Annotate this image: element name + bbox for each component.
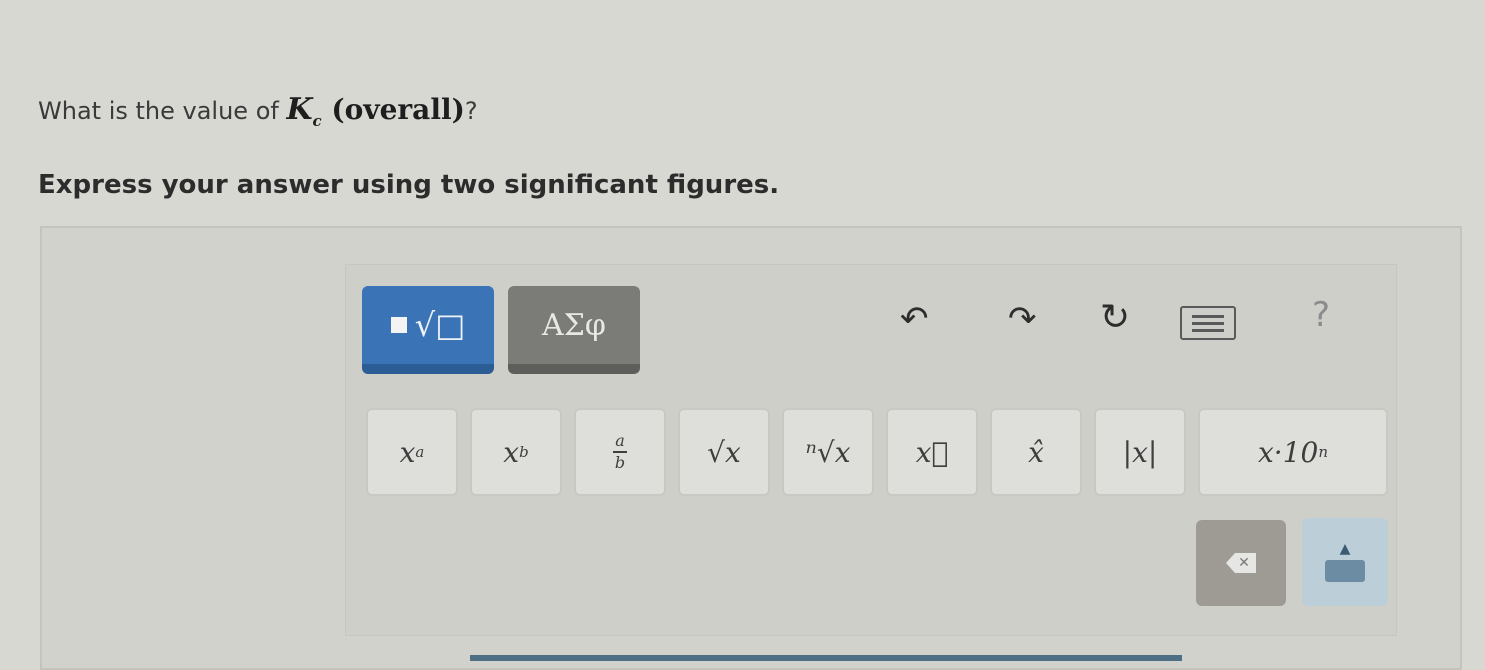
- scientific-notation-key[interactable]: x·10 n: [1198, 408, 1388, 496]
- vector-key[interactable]: x⃗: [886, 408, 978, 496]
- subscript-key[interactable]: xb: [470, 408, 562, 496]
- sqrt-key[interactable]: √x: [678, 408, 770, 496]
- tab-templates-label: √□: [414, 306, 466, 344]
- superscript-key[interactable]: xa: [366, 408, 458, 496]
- backspace-icon: ✕: [1226, 553, 1256, 573]
- subscript-base: x: [503, 435, 520, 469]
- kc-subscript: c: [312, 112, 322, 130]
- undo-icon[interactable]: ↶: [900, 302, 929, 336]
- redo-icon[interactable]: ↷: [1008, 302, 1037, 336]
- unit-vector-key[interactable]: x̂: [990, 408, 1082, 496]
- question-text: What is the value of Kc (overall)?: [38, 92, 478, 130]
- question-suffix: (overall): [321, 93, 465, 126]
- placeholder-square-icon: [390, 317, 407, 333]
- submit-bar[interactable]: [470, 655, 1182, 661]
- tab-greek-symbols[interactable]: ΑΣφ: [508, 286, 640, 374]
- question-prefix: What is the value of: [38, 97, 287, 125]
- question-end: ?: [464, 97, 478, 125]
- tab-templates[interactable]: √□: [362, 286, 494, 374]
- reset-icon[interactable]: ↻: [1100, 300, 1130, 336]
- keyboard-shortcuts-icon[interactable]: [1180, 306, 1236, 340]
- superscript-exp: a: [415, 443, 425, 461]
- kc-letter: K: [286, 92, 313, 127]
- keyboard-toggle-button[interactable]: ▲: [1302, 518, 1388, 606]
- chevron-up-icon: ▲: [1339, 541, 1351, 557]
- superscript-base: x: [399, 435, 416, 469]
- subscript-sub: b: [519, 443, 529, 461]
- fraction-denominator: b: [614, 453, 626, 472]
- keyboard-icon: [1325, 560, 1365, 582]
- instruction-text: Express your answer using two significan…: [38, 170, 780, 200]
- fraction-numerator: a: [615, 431, 625, 450]
- kc-symbol: Kc: [286, 92, 322, 130]
- sci-exp: n: [1318, 443, 1328, 461]
- sci-base: x·10: [1258, 435, 1319, 469]
- help-button[interactable]: ?: [1312, 298, 1330, 332]
- backspace-button[interactable]: ✕: [1196, 520, 1286, 606]
- nth-root-key[interactable]: ⁿ√x: [782, 408, 874, 496]
- fraction-glyph: a b: [613, 433, 627, 471]
- fraction-key[interactable]: a b: [574, 408, 666, 496]
- absolute-value-key[interactable]: |x|: [1094, 408, 1186, 496]
